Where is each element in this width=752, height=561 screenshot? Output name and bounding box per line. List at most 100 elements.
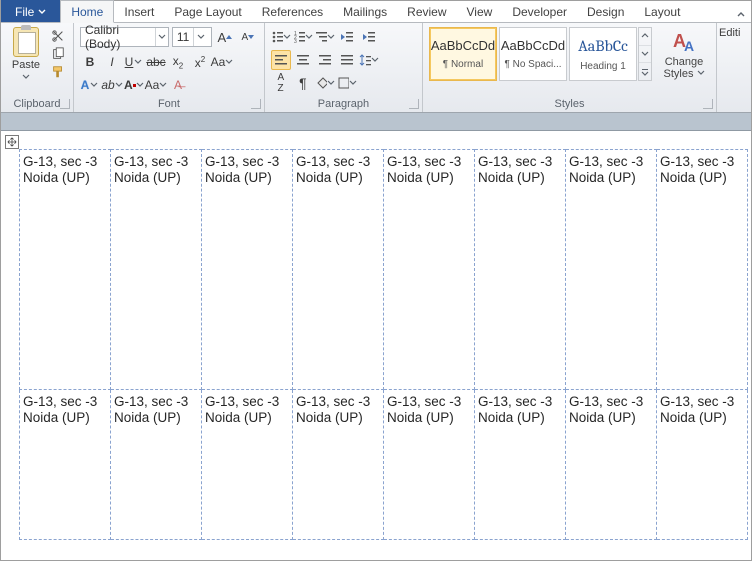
table-row: G-13, sec -3Noida (UP)G-13, sec -3Noida … [20, 390, 748, 540]
shading-button[interactable] [315, 73, 335, 93]
group-clipboard: Paste Clipboard [1, 23, 74, 112]
label-line-1: G-13, sec -3 [296, 394, 380, 410]
label-cell[interactable]: G-13, sec -3Noida (UP) [566, 150, 657, 390]
svg-text:3: 3 [294, 39, 297, 44]
label-cell[interactable]: G-13, sec -3Noida (UP) [20, 150, 111, 390]
change-styles-button[interactable]: AA Change Styles [658, 27, 710, 80]
chevron-down-icon [90, 81, 98, 89]
tab-home[interactable]: Home [60, 0, 114, 23]
style-name: ¶ No Spaci... [504, 59, 561, 70]
tab-review[interactable]: Review [397, 1, 456, 22]
label-cell[interactable]: G-13, sec -3Noida (UP) [202, 390, 293, 540]
bold-button[interactable]: B [80, 52, 100, 72]
label-cell[interactable]: G-13, sec -3Noida (UP) [293, 150, 384, 390]
label-cell[interactable]: G-13, sec -3Noida (UP) [111, 390, 202, 540]
label-line-2: Noida (UP) [478, 170, 562, 186]
label-cell[interactable]: G-13, sec -3Noida (UP) [566, 390, 657, 540]
tab-layout[interactable]: Layout [634, 1, 690, 22]
label-cell[interactable]: G-13, sec -3Noida (UP) [111, 150, 202, 390]
styles-launcher[interactable] [703, 99, 713, 109]
cut-button[interactable] [49, 29, 67, 43]
tab-references[interactable]: References [252, 1, 333, 22]
multilevel-icon [315, 30, 327, 44]
italic-button[interactable]: I [102, 52, 122, 72]
paragraph-launcher[interactable] [409, 99, 419, 109]
chevron-down-icon [38, 8, 46, 16]
file-tab[interactable]: File [1, 0, 60, 22]
multilevel-list-button[interactable] [315, 27, 335, 47]
increase-indent-button[interactable] [359, 27, 379, 47]
clear-formatting-button[interactable]: A̶ [168, 75, 188, 95]
tab-view[interactable]: View [457, 1, 503, 22]
label-cell[interactable]: G-13, sec -3Noida (UP) [384, 390, 475, 540]
font-size-combo[interactable]: 11 [172, 27, 212, 47]
underline-button[interactable]: U [124, 52, 144, 72]
clipboard-launcher[interactable] [60, 99, 70, 109]
text-effects-button[interactable]: A [80, 75, 100, 95]
label-line-1: G-13, sec -3 [478, 394, 562, 410]
align-right-button[interactable] [315, 50, 335, 70]
table-move-handle[interactable] [5, 135, 19, 149]
document-canvas[interactable]: G-13, sec -3Noida (UP)G-13, sec -3Noida … [1, 131, 751, 560]
chevron-down-icon [349, 79, 357, 87]
change-case-button[interactable]: Aa [212, 52, 232, 72]
minimize-ribbon-button[interactable] [731, 8, 751, 22]
highlight-button[interactable]: ab [102, 75, 122, 95]
style-tile-heading-1[interactable]: AaBbCc Heading 1 [569, 27, 637, 81]
format-painter-button[interactable] [49, 65, 67, 79]
tab-page-layout[interactable]: Page Layout [164, 1, 251, 22]
character-spacing-button[interactable]: A͏a [146, 75, 166, 95]
label-cell[interactable]: G-13, sec -3Noida (UP) [657, 150, 748, 390]
tab-insert[interactable]: Insert [114, 1, 164, 22]
font-launcher[interactable] [251, 99, 261, 109]
align-left-button[interactable] [271, 50, 291, 70]
labels-table[interactable]: G-13, sec -3Noida (UP)G-13, sec -3Noida … [19, 149, 748, 540]
label-cell[interactable]: G-13, sec -3Noida (UP) [475, 390, 566, 540]
styles-gallery-scroll [638, 27, 652, 81]
change-case-icon: Aa [211, 55, 226, 69]
justify-button[interactable] [337, 50, 357, 70]
label-cell[interactable]: G-13, sec -3Noida (UP) [202, 150, 293, 390]
decrease-indent-button[interactable] [337, 27, 357, 47]
group-styles: AaBbCcDd ¶ Normal AaBbCcDd ¶ No Spaci...… [423, 23, 717, 112]
superscript-button[interactable]: x2 [190, 52, 210, 72]
grow-font-button[interactable]: A [215, 27, 235, 47]
numbering-button[interactable]: 123 [293, 27, 313, 47]
gallery-up-button[interactable] [639, 28, 651, 46]
chevron-down-icon [159, 81, 167, 89]
copy-button[interactable] [49, 47, 67, 61]
gallery-more-button[interactable] [639, 63, 651, 80]
strikethrough-button[interactable]: abc [146, 52, 166, 72]
style-tile-no-spacing[interactable]: AaBbCcDd ¶ No Spaci... [499, 27, 567, 81]
subscript-button[interactable]: x2 [168, 52, 188, 72]
label-cell[interactable]: G-13, sec -3Noida (UP) [657, 390, 748, 540]
label-line-2: Noida (UP) [205, 170, 289, 186]
label-line-1: G-13, sec -3 [569, 394, 653, 410]
label-line-1: G-13, sec -3 [205, 154, 289, 170]
label-cell[interactable]: G-13, sec -3Noida (UP) [20, 390, 111, 540]
shrink-font-button[interactable]: A [238, 27, 258, 47]
label-cell[interactable]: G-13, sec -3Noida (UP) [384, 150, 475, 390]
font-color-button[interactable]: A [124, 75, 144, 95]
label-line-2: Noida (UP) [387, 170, 471, 186]
align-left-icon [274, 53, 288, 67]
tab-developer[interactable]: Developer [502, 1, 577, 22]
sort-button[interactable]: AZ [271, 73, 291, 93]
borders-button[interactable] [337, 73, 357, 93]
style-sample: AaBbCc [578, 37, 628, 55]
label-cell[interactable]: G-13, sec -3Noida (UP) [475, 150, 566, 390]
bullets-button[interactable] [271, 27, 291, 47]
svg-text:A: A [684, 38, 694, 54]
gallery-down-button[interactable] [639, 46, 651, 64]
tab-mailings[interactable]: Mailings [333, 1, 397, 22]
line-spacing-button[interactable] [359, 50, 379, 70]
align-center-button[interactable] [293, 50, 313, 70]
style-tile-normal[interactable]: AaBbCcDd ¶ Normal [429, 27, 497, 81]
show-hide-button[interactable]: ¶ [293, 73, 313, 93]
paste-button[interactable]: Paste [7, 27, 45, 83]
chevron-down-icon [158, 33, 166, 41]
label-cell[interactable]: G-13, sec -3Noida (UP) [293, 390, 384, 540]
highlight-icon: ab [101, 78, 114, 92]
tab-design[interactable]: Design [577, 1, 634, 22]
font-name-combo[interactable]: Calibri (Body) [80, 27, 169, 47]
